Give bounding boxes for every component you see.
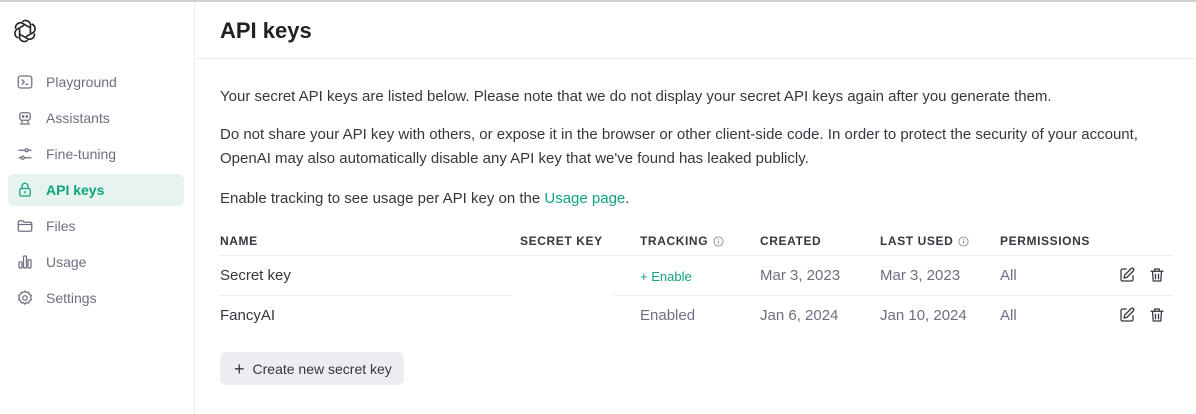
usage-page-link[interactable]: Usage page <box>544 190 625 207</box>
sidebar-item-usage[interactable]: Usage <box>8 246 184 278</box>
column-header-secret-key: SECRET KEY <box>520 234 603 248</box>
lock-icon <box>16 181 34 199</box>
create-new-secret-key-button[interactable]: + Create new secret key <box>220 352 404 385</box>
sidebar-item-assistants[interactable]: Assistants <box>8 102 184 134</box>
create-button-label: Create new secret key <box>252 360 392 377</box>
column-header-last-used: LAST USED <box>880 234 969 248</box>
plus-icon: + <box>234 358 245 379</box>
column-header-tracking-label: TRACKING <box>640 234 709 248</box>
sidebar-item-label: Settings <box>46 290 97 306</box>
sidebar-item-fine-tuning[interactable]: Fine-tuning <box>8 138 184 170</box>
sidebar-item-api-keys[interactable]: API keys <box>8 174 184 206</box>
sidebar-item-settings[interactable]: Settings <box>8 282 184 314</box>
column-header-created: CREATED <box>760 234 822 248</box>
sidebar-item-label: Fine-tuning <box>46 146 117 162</box>
trash-icon[interactable] <box>1148 266 1166 284</box>
folder-icon <box>16 217 34 235</box>
created-date: Jan 6, 2024 <box>760 307 839 324</box>
sidebar-item-label: Assistants <box>46 110 110 126</box>
table-divider <box>220 295 512 296</box>
key-name: Secret key <box>220 267 291 284</box>
sidebar-nav: Playground Assistants Fine-tuning API ke… <box>8 66 184 318</box>
sidebar-item-files[interactable]: Files <box>8 210 184 242</box>
info-icon[interactable] <box>713 235 724 247</box>
info-icon[interactable] <box>958 235 969 247</box>
last-used-date: Mar 3, 2023 <box>880 267 961 284</box>
gear-icon <box>16 289 34 307</box>
page-title: API keys <box>220 18 312 43</box>
sidebar-item-label: API keys <box>46 182 105 198</box>
openai-logo-icon[interactable] <box>12 18 38 44</box>
sidebar-item-playground[interactable]: Playground <box>8 66 184 98</box>
tracking-text: Enable tracking to see usage per API key… <box>220 187 1170 211</box>
table-divider <box>220 255 1172 256</box>
sidebar-item-label: Files <box>46 218 76 234</box>
key-name: FancyAI <box>220 307 276 324</box>
enable-tracking-link[interactable]: + Enable <box>640 269 692 284</box>
tracking-status: Enabled <box>640 307 696 324</box>
sliders-icon <box>16 145 34 163</box>
robot-icon <box>16 109 34 127</box>
permissions-value: All <box>1000 267 1017 284</box>
created-date: Mar 3, 2023 <box>760 267 841 284</box>
sidebar: Playground Assistants Fine-tuning API ke… <box>0 2 195 414</box>
sidebar-item-label: Usage <box>46 254 87 270</box>
terminal-icon <box>16 73 34 91</box>
permissions-value: All <box>1000 307 1017 324</box>
intro-text: Your secret API keys are listed below. P… <box>220 88 1052 105</box>
warning-text: Do not share your API key with others, o… <box>220 126 1138 167</box>
column-header-tracking: TRACKING <box>640 234 724 248</box>
column-header-last-used-label: LAST USED <box>880 234 954 248</box>
column-header-permissions: PERMISSIONS <box>1000 234 1090 248</box>
last-used-date: Jan 10, 2024 <box>880 307 967 324</box>
edit-icon[interactable] <box>1118 306 1136 324</box>
column-header-name: NAME <box>220 234 258 248</box>
edit-icon[interactable] <box>1118 266 1136 284</box>
page-header: API keys <box>196 2 1196 59</box>
tracking-text-after: . <box>625 190 630 207</box>
table-divider <box>614 295 1172 296</box>
bar-chart-icon <box>16 253 34 271</box>
sidebar-item-label: Playground <box>46 74 117 90</box>
tracking-text-before: Enable tracking to see usage per API key… <box>220 190 545 207</box>
trash-icon[interactable] <box>1148 306 1166 324</box>
